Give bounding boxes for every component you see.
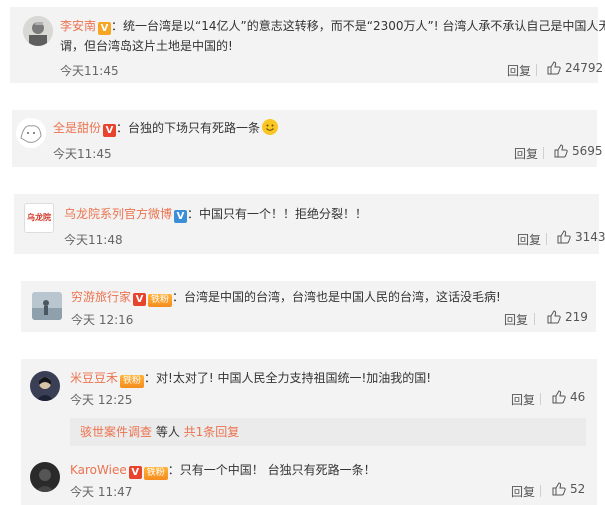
like-count: 24792 xyxy=(565,61,604,75)
verified-icon: V xyxy=(98,22,112,35)
thumbs-up-icon xyxy=(552,482,566,496)
timestamp: 今天 12:25 xyxy=(70,393,133,407)
reply-button[interactable]: 回复 xyxy=(507,62,531,79)
comment-text: 对!太对了! 中国人民全力支持祖国统一!加油我的国! xyxy=(156,371,432,385)
divider xyxy=(540,393,541,405)
reply-button[interactable]: 回复 xyxy=(511,391,535,408)
separator: ： xyxy=(144,371,157,385)
fan-badge-icon: 铁粉 xyxy=(143,467,168,480)
avatar[interactable] xyxy=(30,462,60,492)
comment-text: 台独的下场只有死路一条 xyxy=(128,121,261,135)
avatar[interactable]: 乌龙院 xyxy=(24,203,54,233)
thumbs-up-icon xyxy=(554,144,568,158)
verified-icon: V xyxy=(103,124,117,137)
comment-text: 台湾是中国的台湾，台湾也是中国人民的台湾，这话没毛病! xyxy=(184,290,501,304)
verified-icon: V xyxy=(174,210,188,223)
username-link[interactable]: 穷游旅行家 xyxy=(71,290,131,304)
username-link[interactable]: KaroWiee xyxy=(70,463,127,477)
separator: ： xyxy=(167,463,180,477)
timestamp: 今天11:45 xyxy=(53,147,112,161)
divider xyxy=(536,64,537,76)
nested-reply-user-link[interactable]: 骇世案件调查 xyxy=(80,425,152,439)
comment-line: 穷游旅行家 V 铁粉 ：台湾是中国的台湾，台湾也是中国人民的台湾，这话没毛病! xyxy=(71,287,501,307)
timestamp: 今天 12:16 xyxy=(71,313,134,327)
timestamp: 今天 11:47 xyxy=(70,485,133,499)
like-button[interactable]: 3143 xyxy=(557,230,605,244)
comment-line: 李安南 V ：统一台湾是以“14亿人”的意志这转移，而不是“2300万人”! 台湾人… xyxy=(60,16,605,36)
separator: ： xyxy=(111,19,124,33)
timestamp: 今天11:48 xyxy=(64,233,123,247)
like-button[interactable]: 24792 xyxy=(547,61,603,75)
fan-badge-icon: 铁粉 xyxy=(120,375,145,388)
username-link[interactable]: 乌龙院系列官方微博 xyxy=(64,207,172,221)
comment-line: 乌龙院系列官方微博 V ：中国只有一个！！拒绝分裂！！ xyxy=(64,204,367,224)
comment-text: 只有一个中国！ 台独只有死路一条！ xyxy=(179,463,376,477)
comment-card: 乌龙院 乌龙院系列官方微博 V ：中国只有一个！！拒绝分裂！！ 今天11:48 回复… xyxy=(14,194,605,254)
thumbs-up-icon xyxy=(557,230,571,244)
thumbs-up-icon xyxy=(547,310,561,324)
separator: ： xyxy=(116,121,129,135)
view-replies-link[interactable]: 共1条回复 xyxy=(184,425,240,439)
username-link[interactable]: 全是甜份 xyxy=(53,121,101,135)
timestamp: 今天11:45 xyxy=(60,64,119,78)
smile-emoji-icon xyxy=(262,119,279,135)
verified-icon: V xyxy=(133,293,147,306)
like-count: 46 xyxy=(570,390,586,404)
verified-icon: V xyxy=(128,466,142,479)
like-button[interactable]: 46 xyxy=(552,390,585,404)
avatar-logo-text: 乌龙院 xyxy=(27,213,51,222)
like-button[interactable]: 219 xyxy=(547,310,588,324)
username-link[interactable]: 米豆豆禾 xyxy=(70,371,118,385)
avatar[interactable] xyxy=(30,371,60,401)
divider xyxy=(546,233,547,245)
like-count: 3143 xyxy=(575,230,605,244)
thumbs-up-icon xyxy=(547,61,561,75)
separator: ： xyxy=(187,207,200,221)
separator: ： xyxy=(172,290,185,304)
like-count: 52 xyxy=(570,482,586,496)
nested-reply-middle: 等人 xyxy=(152,425,184,439)
reply-button[interactable]: 回复 xyxy=(517,231,541,248)
comment-text: 中国只有一个！！拒绝分裂！！ xyxy=(199,207,368,221)
fan-badge-icon: 铁粉 xyxy=(148,294,173,307)
avatar[interactable] xyxy=(16,118,46,148)
comment-line: 全是甜份 V ：台独的下场只有死路一条 xyxy=(53,118,279,138)
avatar[interactable] xyxy=(23,16,53,46)
like-count: 5695 xyxy=(572,144,603,158)
username-link[interactable]: 李安南 xyxy=(60,19,96,33)
nested-reply-summary[interactable]: 骇世案件调查 等人 共1条回复 xyxy=(70,418,586,446)
comment-card: 全是甜份 V ：台独的下场只有死路一条 今天11:45 回复 5695 xyxy=(12,110,603,167)
thumbs-up-icon xyxy=(552,390,566,404)
divider xyxy=(534,313,535,325)
comment-text: 统一台湾是以“14亿人”的意志这转移，而不是“2300万人”! 台湾人承不承认自… xyxy=(123,19,605,33)
comment-line: 米豆豆禾 铁粉 ：对!太对了! 中国人民全力支持祖国统一!加油我的国! xyxy=(70,368,431,388)
divider xyxy=(540,485,541,497)
divider xyxy=(543,147,544,159)
avatar[interactable] xyxy=(32,292,62,320)
like-button[interactable]: 5695 xyxy=(554,144,603,158)
comment-card: 李安南 V ：统一台湾是以“14亿人”的意志这转移，而不是“2300万人”! 台湾人… xyxy=(10,7,605,83)
reply-button[interactable]: 回复 xyxy=(511,483,535,500)
like-button[interactable]: 52 xyxy=(552,482,585,496)
comment-card: 穷游旅行家 V 铁粉 ：台湾是中国的台湾，台湾也是中国人民的台湾，这话没毛病! 今天 … xyxy=(21,281,596,332)
comment-card: 米豆豆禾 铁粉 ：对!太对了! 中国人民全力支持祖国统一!加油我的国! 今天 12:… xyxy=(21,359,597,505)
reply-button[interactable]: 回复 xyxy=(514,145,538,162)
comment-line: KaroWiee V 铁粉 ：只有一个中国！ 台独只有死路一条！ xyxy=(70,460,376,480)
like-count: 219 xyxy=(565,310,588,324)
reply-button[interactable]: 回复 xyxy=(504,311,528,328)
comment-text-continued: 谓，但台湾岛这片土地是中国的! xyxy=(60,39,233,53)
